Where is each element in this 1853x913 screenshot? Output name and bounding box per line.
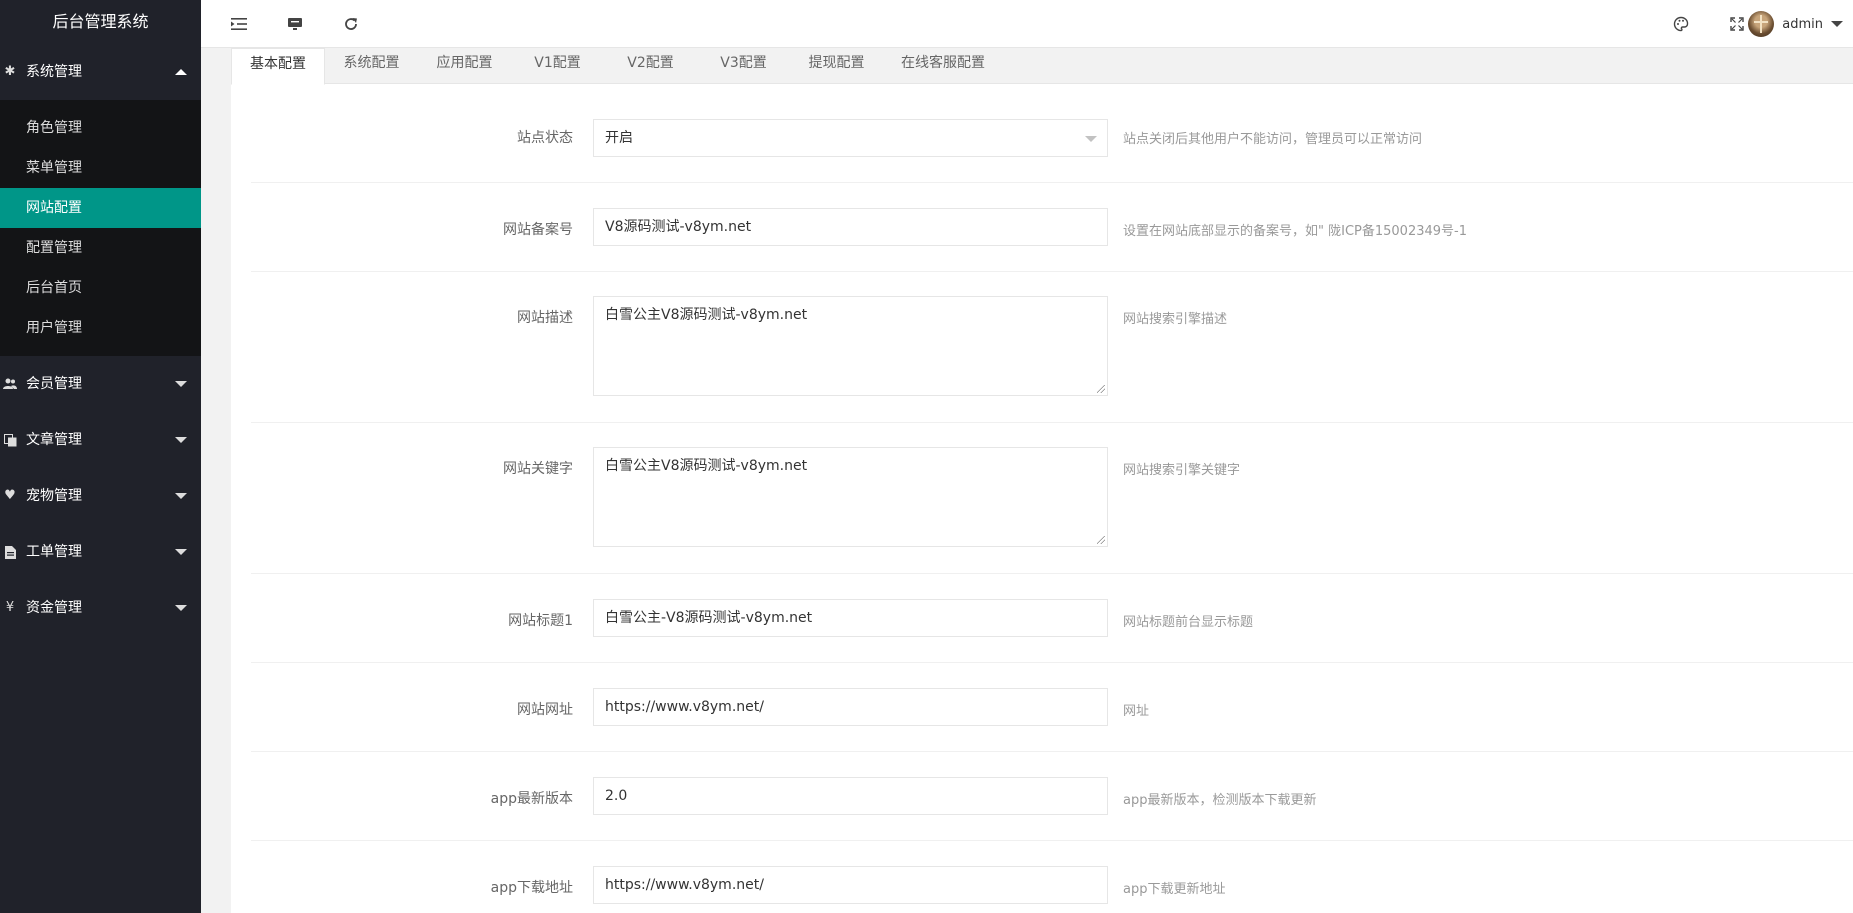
field-tip: 网站标题前台显示标题 [1123,615,1254,630]
sidebar: 后台管理系统 ✱ 系统管理 角色管理 菜单管理 网站配置 配置管理 后台首页 用… [0,0,201,913]
chevron-down-icon [175,580,187,636]
tab-app-config[interactable]: 应用配置 [418,48,511,84]
sidebar-item-users[interactable]: 用户管理 [0,308,201,348]
field-tip: 设置在网站底部显示的备案号，如" 陇ICP备15002349号-1 [1123,224,1467,239]
nav-head-members[interactable]: 会员管理 [0,356,201,412]
nav-label-funds: 资金管理 [26,600,82,616]
nav-group-pets: ♥ 宠物管理 [0,468,201,524]
sidebar-item-config-manage[interactable]: 配置管理 [0,228,201,268]
field-tip: 网址 [1123,704,1150,719]
refresh-icon[interactable] [331,0,371,48]
field-tip: app最新版本，检测版本下载更新 [1123,793,1317,808]
nav-label-articles: 文章管理 [26,432,82,448]
monitor-icon[interactable] [275,0,315,48]
field-label: 网站关键字 [503,461,573,477]
field-label: 网站标题1 [508,613,573,629]
description-textarea[interactable]: 白雪公主V8源码测试-v8ym.net [593,296,1108,396]
form-row-icp: 网站备案号 V8源码测试-v8ym.net 设置在网站底部显示的备案号，如" 陇… [251,183,1853,272]
form-row-app-download: app下载地址 https://www.v8ym.net/ app下载更新地址 [251,841,1853,913]
document-icon [2,524,18,580]
sidebar-item-site-config[interactable]: 网站配置 [0,188,201,228]
nav-group-members: 会员管理 [0,356,201,412]
nav-group-articles: 文章管理 [0,412,201,468]
field-tip: 网站搜索引擎描述 [1123,312,1228,327]
chevron-down-icon [175,524,187,580]
nav-label-tickets: 工单管理 [26,544,82,560]
nav-head-funds[interactable]: ¥ 资金管理 [0,580,201,636]
top-header: admin [201,0,1853,48]
tab-system-config[interactable]: 系统配置 [325,48,418,84]
chevron-down-icon [175,468,187,524]
chevron-down-icon [175,412,187,468]
user-menu[interactable]: admin [1748,0,1843,48]
chevron-up-icon [175,44,187,100]
avatar[interactable] [1748,11,1775,37]
nav-group-system: ✱ 系统管理 角色管理 菜单管理 网站配置 配置管理 后台首页 用户管理 [0,44,201,356]
heart-icon: ♥ [4,488,16,503]
users-icon [2,356,18,412]
field-tip: 站点关闭后其他用户不能访问，管理员可以正常访问 [1123,132,1423,147]
sidebar-item-admin-home[interactable]: 后台首页 [0,268,201,308]
form-row-title1: 网站标题1 白雪公主-V8源码测试-v8ym.net 网站标题前台显示标题 [251,574,1853,663]
tab-basic-config[interactable]: 基本配置 [231,48,325,85]
nav-head-system[interactable]: ✱ 系统管理 [0,44,201,100]
nav-label-pets: 宠物管理 [26,488,82,504]
icp-input[interactable]: V8源码测试-v8ym.net [593,208,1108,246]
field-label: app最新版本 [490,791,573,807]
app-logo-title[interactable]: 后台管理系统 [0,0,201,44]
field-tip: 网站搜索引擎关键字 [1123,463,1241,478]
field-label: 网站描述 [517,310,573,326]
nav-group-funds: ¥ 资金管理 [0,580,201,636]
title1-input[interactable]: 白雪公主-V8源码测试-v8ym.net [593,599,1108,637]
app-version-input[interactable]: 2.0 [593,777,1108,815]
menu-toggle-icon[interactable] [219,0,259,48]
form-row-site-status: 站点状态 开启 站点关闭后其他用户不能访问，管理员可以正常访问 [251,85,1853,183]
yen-icon: ¥ [5,600,15,615]
tab-v3-config[interactable]: V3配置 [697,48,790,84]
sidebar-item-roles[interactable]: 角色管理 [0,108,201,148]
chevron-down-icon [1831,21,1843,27]
user-name[interactable]: admin [1782,17,1823,32]
copy-icon [2,412,18,468]
chevron-down-icon [175,356,187,412]
form-row-keywords: 网站关键字 白雪公主V8源码测试-v8ym.net 网站搜索引擎关键字 [251,423,1853,574]
tab-withdraw-config[interactable]: 提现配置 [790,48,883,84]
form-row-app-version: app最新版本 2.0 app最新版本，检测版本下载更新 [251,752,1853,841]
form-row-site-url: 网站网址 https://www.v8ym.net/ 网址 [251,663,1853,752]
site-status-select[interactable]: 开启 [593,119,1108,157]
chevron-down-icon [1085,136,1097,142]
nav-label-members: 会员管理 [26,376,82,392]
main-content: 基本配置 系统配置 应用配置 V1配置 V2配置 V3配置 提现配置 在线客服配… [201,48,1853,913]
tab-v2-config[interactable]: V2配置 [604,48,697,84]
field-label: 站点状态 [517,130,573,146]
nav-label-system: 系统管理 [26,64,82,80]
app-download-input[interactable]: https://www.v8ym.net/ [593,866,1108,904]
tab-v1-config[interactable]: V1配置 [511,48,604,84]
field-tip: app下载更新地址 [1123,882,1226,897]
nav-head-articles[interactable]: 文章管理 [0,412,201,468]
config-tabs: 基本配置 系统配置 应用配置 V1配置 V2配置 V3配置 提现配置 在线客服配… [231,48,1853,85]
nav-head-pets[interactable]: ♥ 宠物管理 [0,468,201,524]
form-row-description: 网站描述 白雪公主V8源码测试-v8ym.net 网站搜索引擎描述 [251,272,1853,423]
select-value: 开启 [605,130,633,146]
subnav-system: 角色管理 菜单管理 网站配置 配置管理 后台首页 用户管理 [0,100,201,356]
site-url-input[interactable]: https://www.v8ym.net/ [593,688,1108,726]
nav-head-tickets[interactable]: 工单管理 [0,524,201,580]
theme-palette-icon[interactable] [1661,0,1701,48]
nav-group-tickets: 工单管理 [0,524,201,580]
config-panel: 基本配置 系统配置 应用配置 V1配置 V2配置 V3配置 提现配置 在线客服配… [231,48,1853,913]
gear-icon: ✱ [4,64,16,79]
tab-online-service-config[interactable]: 在线客服配置 [883,48,1003,84]
field-label: 网站备案号 [503,222,573,238]
field-label: 网站网址 [517,702,573,718]
keywords-textarea[interactable]: 白雪公主V8源码测试-v8ym.net [593,447,1108,547]
field-label: app下载地址 [490,880,573,896]
sidebar-item-menus[interactable]: 菜单管理 [0,148,201,188]
